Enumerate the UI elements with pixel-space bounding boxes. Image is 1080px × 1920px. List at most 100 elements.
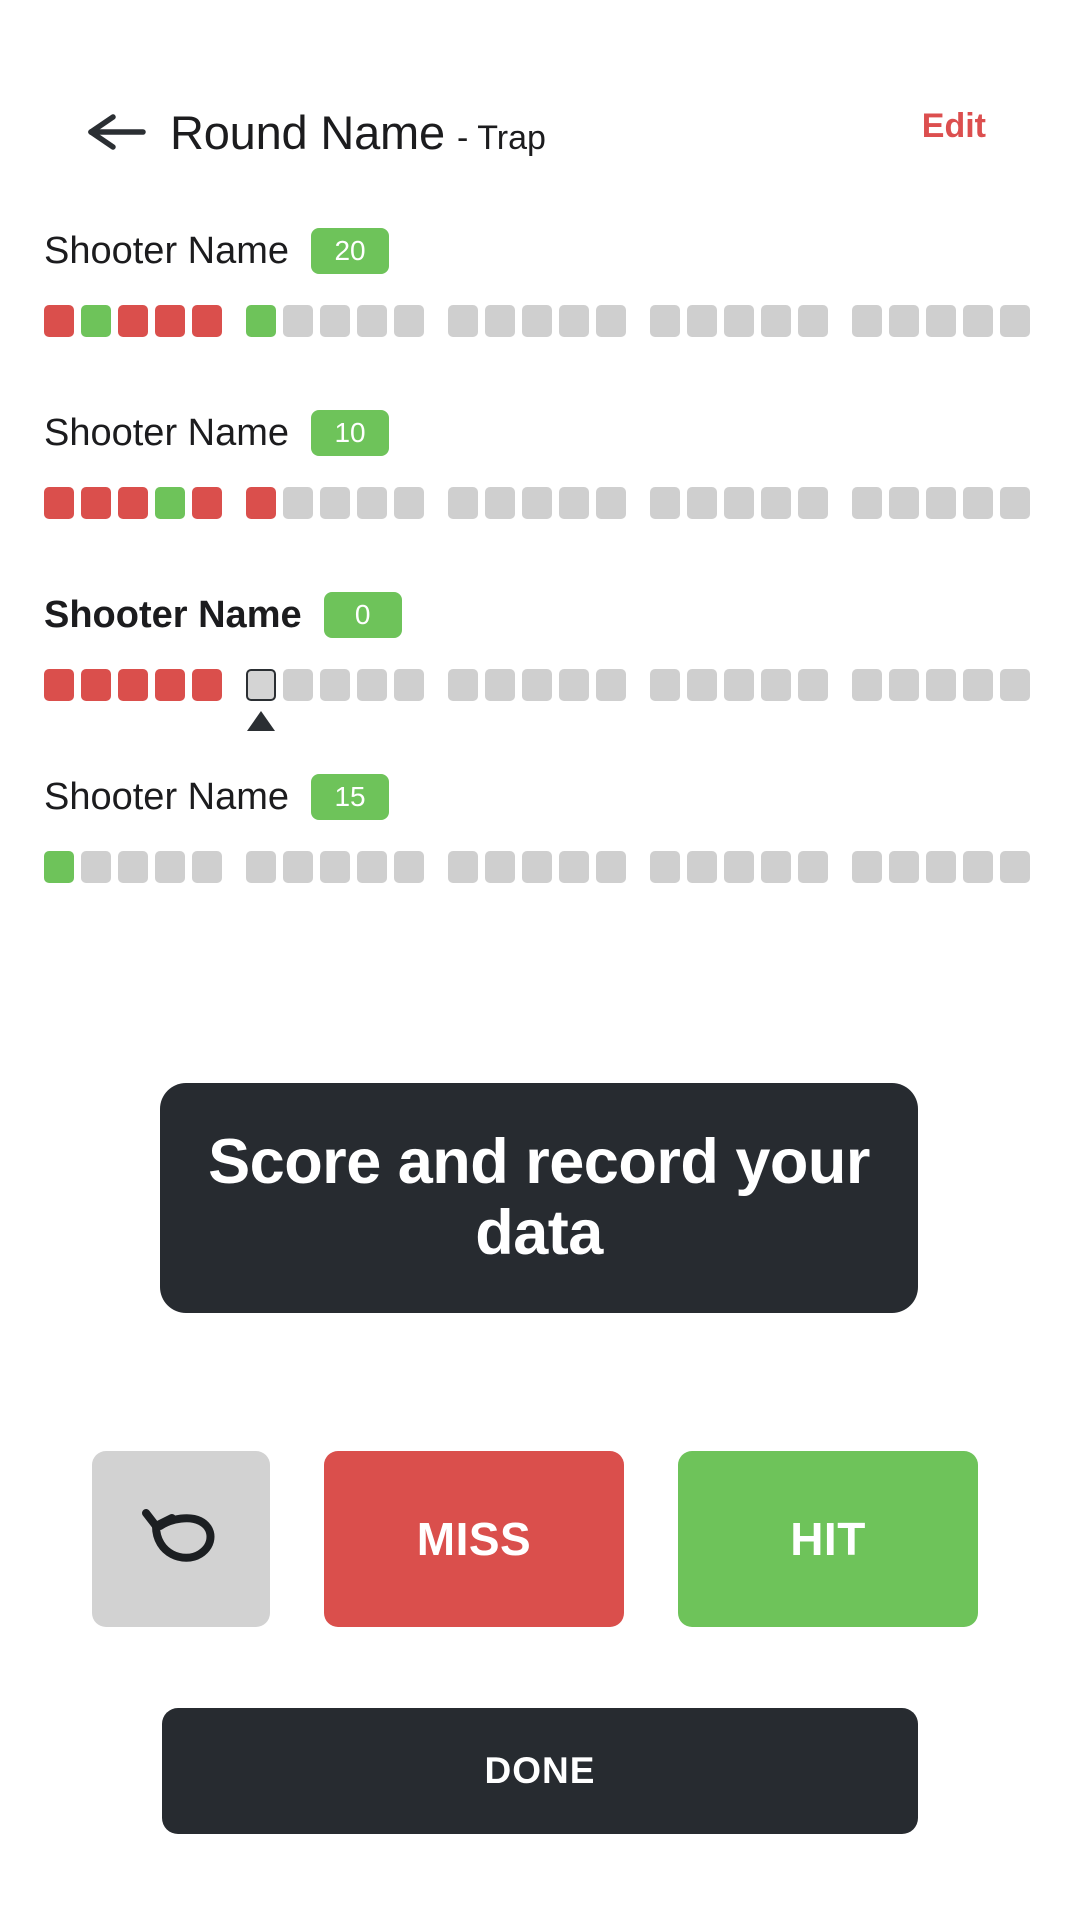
shot-cell-empty[interactable] [596,669,626,701]
shot-cell-empty[interactable] [650,487,680,519]
shot-cell-empty[interactable] [394,487,424,519]
shot-cell-empty[interactable] [724,851,754,883]
shot-cell-empty[interactable] [761,487,791,519]
shot-cell-empty[interactable] [357,487,387,519]
shot-cell-empty[interactable] [448,487,478,519]
shot-cell-empty[interactable] [1000,487,1030,519]
shot-cell-empty[interactable] [192,851,222,883]
shot-cell-empty[interactable] [798,669,828,701]
shot-cell-empty[interactable] [761,851,791,883]
shot-cell-empty[interactable] [889,487,919,519]
shot-cell-empty[interactable] [596,305,626,337]
shooter-row[interactable]: Shooter Name 15 [0,765,1080,947]
shot-cell-empty[interactable] [522,669,552,701]
shooter-row[interactable]: Shooter Name 20 [0,219,1080,401]
hit-button[interactable]: HIT [678,1451,978,1627]
shot-cell-empty[interactable] [485,851,515,883]
shot-cell-empty[interactable] [724,305,754,337]
shot-cell-empty[interactable] [963,305,993,337]
shot-cell-empty[interactable] [320,669,350,701]
shot-cell-empty[interactable] [448,669,478,701]
shot-cell-empty[interactable] [81,851,111,883]
undo-button[interactable] [92,1451,270,1627]
shot-cell-empty[interactable] [852,851,882,883]
shot-cell-empty[interactable] [889,305,919,337]
shot-cell-empty[interactable] [1000,851,1030,883]
shot-cell-empty[interactable] [1000,305,1030,337]
shot-cell-empty[interactable] [596,487,626,519]
shot-cell-empty[interactable] [761,305,791,337]
shot-cell-empty[interactable] [761,669,791,701]
shot-cell-miss[interactable] [192,487,222,519]
shot-cell-miss[interactable] [44,305,74,337]
shot-cell-empty[interactable] [283,487,313,519]
shot-cell-empty[interactable] [852,487,882,519]
shot-cell-empty[interactable] [283,669,313,701]
shot-cell-empty[interactable] [852,305,882,337]
shot-cell-empty[interactable] [320,851,350,883]
shot-cell-empty[interactable] [246,851,276,883]
shot-cell-empty[interactable] [687,487,717,519]
shooter-row[interactable]: Shooter Name 0 [0,583,1080,765]
shot-cell-empty[interactable] [357,669,387,701]
shot-cell-empty[interactable] [963,487,993,519]
back-button[interactable] [86,110,148,154]
shot-cell-empty[interactable] [687,305,717,337]
shot-cell-miss[interactable] [118,487,148,519]
miss-button[interactable]: MISS [324,1451,624,1627]
shot-cell-miss[interactable] [118,305,148,337]
shot-cell-hit[interactable] [155,487,185,519]
shot-cell-empty[interactable] [394,669,424,701]
shot-cell-empty[interactable] [798,305,828,337]
shot-cell-empty[interactable] [687,669,717,701]
shot-cell-empty[interactable] [394,305,424,337]
shot-cell-empty[interactable] [650,669,680,701]
shot-cell-empty[interactable] [357,851,387,883]
shot-cell-empty[interactable] [926,851,956,883]
shot-cell-empty[interactable] [963,851,993,883]
shot-cell-empty[interactable] [394,851,424,883]
shot-cell-empty[interactable] [155,851,185,883]
shot-cell-empty[interactable] [559,851,589,883]
shot-cell-empty[interactable] [926,305,956,337]
shot-cell-empty[interactable] [485,669,515,701]
shot-cell-miss[interactable] [246,487,276,519]
shot-cell-empty[interactable] [1000,669,1030,701]
shot-cell-miss[interactable] [155,669,185,701]
shot-cell-miss[interactable] [44,487,74,519]
shot-cell-empty[interactable] [320,487,350,519]
shot-cell-empty[interactable] [485,487,515,519]
shot-cell-empty[interactable] [357,305,387,337]
shot-cell-hit[interactable] [246,305,276,337]
shot-cell-empty[interactable] [485,305,515,337]
shot-cell-empty[interactable] [118,851,148,883]
shot-cell-empty[interactable] [650,305,680,337]
shot-cell-empty[interactable] [283,851,313,883]
shot-cell-miss[interactable] [118,669,148,701]
shot-cell-miss[interactable] [81,487,111,519]
shot-cell-miss[interactable] [81,669,111,701]
shot-cell-empty[interactable] [559,669,589,701]
shot-cell-empty[interactable] [798,851,828,883]
shot-cell-empty[interactable] [926,669,956,701]
shot-cell-empty[interactable] [724,669,754,701]
edit-button[interactable]: Edit [922,107,1024,146]
shot-cell-empty[interactable] [522,487,552,519]
shot-cell-empty[interactable] [559,487,589,519]
shot-cell-empty[interactable] [798,487,828,519]
done-button[interactable]: DONE [162,1708,918,1834]
shot-cell-empty[interactable] [687,851,717,883]
shot-cell-miss[interactable] [155,305,185,337]
shot-cell-empty[interactable] [522,305,552,337]
shot-cell-miss[interactable] [192,669,222,701]
shot-cell-empty[interactable] [889,669,919,701]
shot-cell-empty[interactable] [926,487,956,519]
shot-cell-empty[interactable] [448,851,478,883]
shot-cell-empty[interactable] [320,305,350,337]
shot-cell-empty[interactable] [596,851,626,883]
shot-cell-empty[interactable] [448,305,478,337]
shot-cell-empty[interactable] [963,669,993,701]
shot-cell-empty[interactable] [559,305,589,337]
shot-cell-hit[interactable] [81,305,111,337]
shot-cell-current[interactable] [246,669,276,731]
